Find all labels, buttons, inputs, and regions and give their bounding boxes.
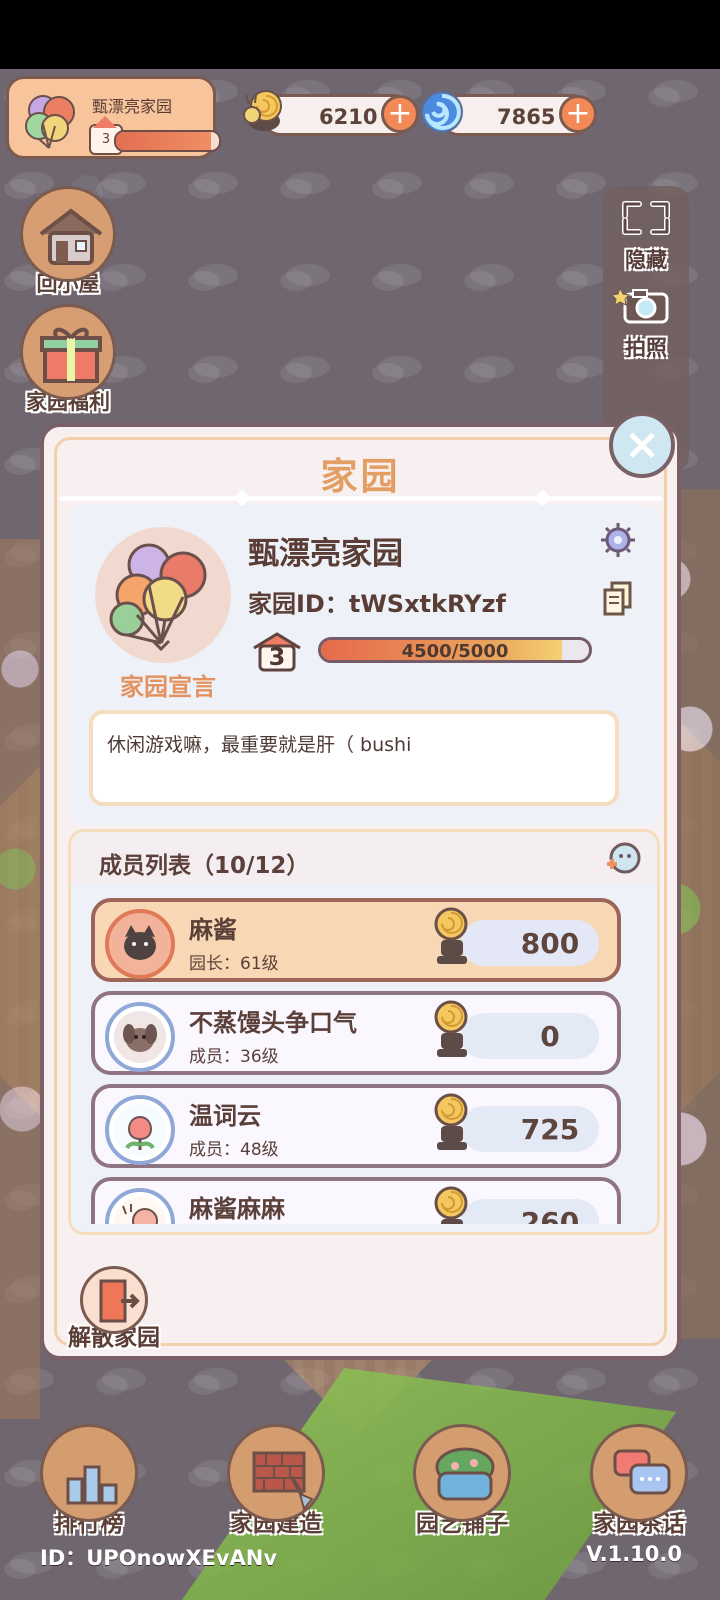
garden-chat-circle	[590, 1424, 688, 1522]
ranking-button[interactable]: 排行榜	[24, 1424, 154, 1538]
member-avatar	[105, 1188, 175, 1224]
spiral-currency-icon	[421, 91, 463, 133]
member-score-pill: 260	[434, 1186, 599, 1224]
declaration-text: 休闲游戏嘛，最重要就是肝（ bushi	[107, 734, 412, 756]
planter-icon	[435, 1447, 495, 1501]
member-role: 成员：36级	[189, 1047, 279, 1067]
snail-trophy-icon	[434, 907, 468, 964]
hide-label: 隐藏	[625, 248, 667, 272]
home-button-circle	[20, 186, 116, 282]
declaration-box[interactable]: 休闲游戏嘛，最重要就是肝（ bushi	[89, 710, 619, 806]
member-avatar	[105, 909, 175, 979]
snail-currency-icon	[243, 90, 282, 131]
gift-icon	[40, 327, 102, 383]
focus-frame-icon	[622, 201, 670, 235]
ranking-icon	[66, 1465, 118, 1505]
top-garden-name: 甄漂亮家园	[92, 97, 173, 116]
member-score: 725	[520, 1113, 580, 1146]
member-card[interactable]: 不蒸馒头争口气 成员：36级 0	[91, 991, 621, 1075]
disband-garden-button[interactable]: 解散家园	[64, 1266, 164, 1352]
garden-shop-button[interactable]: 园艺铺子	[397, 1424, 527, 1538]
member-name: 温词云	[189, 1102, 261, 1130]
left-garden-decor	[0, 539, 40, 1419]
member-avatar	[105, 1095, 175, 1165]
close-icon: ×	[623, 419, 661, 470]
garden-welfare-circle	[20, 304, 116, 400]
top-garden-progress-fill	[116, 132, 211, 150]
balloon-cluster-icon	[25, 95, 75, 149]
top-garden-progress	[114, 130, 221, 152]
garden-chat-button[interactable]: 家园茶话	[574, 1424, 704, 1538]
modal-title: 家园	[320, 455, 401, 498]
member-list[interactable]: 麻酱 园长：61级 800 不蒸馒头争口气 成员：36级 0 温词云 成员：48…	[91, 898, 623, 1224]
garden-modal: 家园 家园宣言 甄漂亮家园 家园ID：tWSxtkRYzf 3 4500/500…	[40, 423, 681, 1360]
modal-garden-name: 甄漂亮家园	[248, 536, 403, 572]
member-panel: 成员列表（10/12） 麻酱 园长：61级 800 不蒸馒头争口气 成员：36级…	[68, 829, 660, 1235]
snail-trophy-icon	[434, 1000, 468, 1057]
member-role: 成员：48级	[189, 1140, 279, 1160]
garden-level-value: 3	[268, 643, 286, 671]
chat-bubbles-icon	[613, 1449, 671, 1495]
hide-button[interactable]: 隐藏	[611, 196, 681, 274]
member-score: 800	[520, 927, 580, 960]
member-score-pill: 725	[434, 1093, 599, 1152]
snail-currency-value: 6210	[319, 105, 378, 129]
snail-currency-display: 6210 +	[243, 90, 419, 136]
member-card[interactable]: 麻酱麻麻 260	[91, 1177, 621, 1224]
footer-version: V.1.10.0	[586, 1542, 682, 1566]
member-score-pill: 800	[434, 907, 599, 966]
snail-trophy-icon	[434, 1093, 468, 1150]
garden-balloon-avatar	[109, 543, 207, 652]
spiral-currency-value: 7865	[497, 105, 556, 129]
garden-id-text: 家园ID：tWSxtkRYzf	[248, 590, 506, 618]
garden-info-panel: 家园宣言 甄漂亮家园 家园ID：tWSxtkRYzf 3 4500/5000 休…	[68, 505, 660, 825]
copy-icon[interactable]	[600, 579, 636, 619]
member-header: 成员列表（10/12）	[71, 832, 657, 884]
garden-exp-bar: 4500/5000	[318, 637, 592, 663]
photo-label: 拍照	[625, 336, 667, 360]
garden-welfare-button[interactable]: 家园福利	[18, 304, 118, 416]
spiral-currency-display: 7865 +	[421, 91, 597, 136]
member-score-pill: 0	[434, 1000, 599, 1059]
garden-avatar-frame	[95, 527, 231, 663]
photo-button[interactable]: 拍照	[610, 284, 681, 362]
house-icon	[39, 208, 103, 265]
garden-build-button[interactable]: 家园建造	[211, 1424, 341, 1538]
home-button[interactable]: 回小屋	[18, 186, 118, 298]
member-avatar	[105, 1002, 175, 1072]
ranking-button-circle	[40, 1424, 138, 1522]
footer-user-id: ID：UPOnowXEvANv	[40, 1546, 278, 1570]
member-card-leader[interactable]: 麻酱 园长：61级 800	[91, 898, 621, 982]
top-garden-card[interactable]: 甄漂亮家园 3	[6, 76, 221, 159]
tulip-avatar-icon	[114, 1104, 166, 1156]
dog-avatar-icon	[114, 1011, 166, 1063]
garden-shop-circle	[413, 1424, 511, 1522]
brick-trowel-icon	[252, 1451, 314, 1512]
member-score: 0	[540, 1020, 560, 1053]
member-name: 麻酱	[189, 916, 237, 944]
gear-icon[interactable]	[598, 520, 638, 560]
snail-trophy-icon	[434, 1186, 468, 1224]
member-name: 不蒸馒头争口气	[189, 1009, 357, 1037]
camera-icon	[610, 286, 669, 324]
exit-door-svg	[99, 1279, 140, 1323]
member-list-title: 成员列表（10/12）	[99, 853, 310, 879]
title-divider	[60, 497, 661, 500]
add-member-icon[interactable]	[597, 840, 645, 882]
member-name: 麻酱麻麻	[189, 1195, 285, 1223]
exit-door-icon	[80, 1266, 148, 1334]
close-modal-button[interactable]: ×	[609, 412, 675, 478]
garden-build-circle	[227, 1424, 325, 1522]
member-score: 260	[520, 1206, 580, 1224]
member-role: 园长：61级	[189, 954, 279, 974]
garden-level-badge: 3	[250, 630, 304, 674]
add-spiral-currency-button[interactable]: +	[559, 95, 597, 133]
declaration-link[interactable]: 家园宣言	[105, 667, 231, 702]
cat-avatar-icon	[114, 918, 166, 970]
member-card[interactable]: 温词云 成员：48级 725	[91, 1084, 621, 1168]
garden-exp-text: 4500/5000	[401, 641, 509, 662]
snail-avatar-icon	[114, 1197, 166, 1224]
